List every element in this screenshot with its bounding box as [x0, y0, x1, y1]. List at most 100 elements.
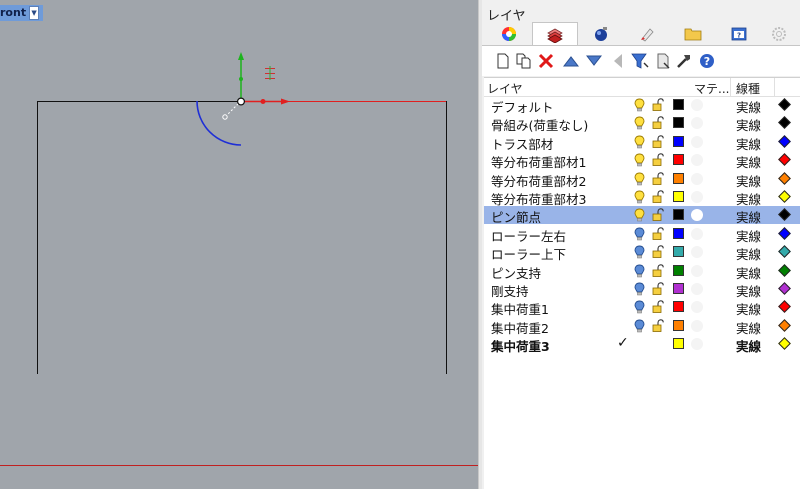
layer-color-swatch[interactable] — [673, 135, 684, 147]
material-dot-icon[interactable] — [691, 135, 703, 148]
current-layer-check-icon[interactable]: ✓ — [617, 335, 629, 351]
column-header-layer[interactable]: レイヤ — [487, 80, 523, 97]
lightbulb-icon[interactable] — [634, 300, 645, 317]
material-dot-icon[interactable] — [691, 264, 703, 277]
layer-linetype[interactable]: 実線 — [736, 152, 761, 171]
layer-row[interactable]: トラス部材 実線 — [484, 133, 800, 153]
layer-linetype[interactable]: 実線 — [736, 263, 761, 282]
help-window-icon[interactable]: ? — [716, 22, 762, 46]
material-dot-icon[interactable] — [691, 117, 703, 130]
layer-name[interactable]: 等分布荷重部材1 — [491, 152, 586, 171]
print-color-diamond-icon[interactable] — [778, 245, 791, 259]
layer-row[interactable]: ローラー上下 実線 — [484, 243, 800, 263]
move-left-icon[interactable] — [609, 52, 627, 70]
lightbulb-icon[interactable] — [634, 98, 645, 115]
layer-linetype[interactable]: 実線 — [736, 115, 761, 134]
print-color-diamond-icon[interactable] — [778, 300, 791, 314]
layer-name[interactable]: ピン節点 — [491, 207, 541, 226]
layer-linetype[interactable]: 実線 — [736, 336, 761, 355]
render-sphere-icon[interactable] — [578, 22, 624, 46]
layer-name[interactable]: 等分布荷重部材3 — [491, 189, 586, 208]
settings-gear-icon[interactable] — [762, 22, 796, 46]
new-sublayer-icon[interactable] — [515, 52, 533, 70]
layer-color-swatch[interactable] — [673, 154, 684, 166]
material-dot-icon[interactable] — [691, 319, 703, 332]
material-dot-icon[interactable] — [691, 154, 703, 167]
layer-row[interactable]: 骨組み(荷重なし) 実線 — [484, 114, 800, 134]
column-separator[interactable] — [774, 78, 775, 96]
layer-linetype[interactable]: 実線 — [736, 226, 761, 245]
front-viewport[interactable]: ront ▼ — [0, 0, 478, 489]
unlock-icon[interactable] — [652, 208, 664, 224]
column-header-material[interactable]: マテ... — [694, 80, 729, 97]
layer-linetype[interactable]: 実線 — [736, 299, 761, 318]
layer-color-swatch[interactable] — [673, 264, 684, 276]
unlock-icon[interactable] — [652, 135, 664, 151]
material-dot-icon[interactable] — [691, 172, 703, 185]
move-up-icon[interactable] — [562, 52, 580, 70]
layer-name[interactable]: ピン支持 — [491, 263, 541, 282]
new-layer-icon[interactable] — [494, 52, 512, 70]
layer-color-swatch[interactable] — [673, 283, 684, 294]
print-color-diamond-icon[interactable] — [778, 116, 791, 130]
lightbulb-icon[interactable] — [634, 153, 645, 170]
unlock-icon[interactable] — [652, 171, 664, 188]
unlock-icon[interactable] — [652, 319, 664, 335]
layer-color-swatch[interactable] — [673, 117, 684, 129]
layer-linetype[interactable]: 実線 — [736, 318, 761, 337]
lightbulb-icon[interactable] — [634, 116, 645, 133]
lightbulb-icon[interactable] — [634, 245, 645, 262]
layer-name[interactable]: 等分布荷重部材2 — [491, 171, 586, 190]
layer-linetype[interactable]: 実線 — [736, 171, 761, 190]
unlock-icon[interactable] — [652, 116, 664, 132]
viewport-title-tab[interactable]: ront ▼ — [0, 5, 44, 21]
color-wheel-icon[interactable] — [486, 22, 532, 46]
unlock-icon[interactable] — [652, 263, 664, 280]
lightbulb-icon[interactable] — [634, 282, 645, 299]
material-dot-icon[interactable] — [691, 191, 703, 203]
unlock-icon[interactable] — [652, 153, 664, 169]
material-dot-icon[interactable] — [691, 209, 703, 222]
column-header-linetype[interactable]: 線種 — [736, 80, 760, 97]
unlock-icon[interactable] — [652, 282, 664, 298]
layer-linetype[interactable]: 実線 — [736, 207, 761, 226]
layer-name[interactable]: ローラー上下 — [491, 244, 566, 263]
layer-color-swatch[interactable] — [673, 246, 684, 258]
print-color-diamond-icon[interactable] — [778, 337, 791, 351]
layer-row[interactable]: 等分布荷重部材2 実線 — [484, 170, 800, 190]
filter-icon[interactable] — [631, 52, 649, 70]
layer-name[interactable]: トラス部材 — [491, 134, 553, 153]
print-color-diamond-icon[interactable] — [778, 153, 791, 167]
unlock-icon[interactable] — [652, 227, 664, 243]
viewport-menu-dropdown-icon[interactable]: ▼ — [29, 6, 40, 20]
layers-icon[interactable] — [532, 22, 578, 46]
layer-linetype[interactable]: 実線 — [736, 244, 761, 263]
lightbulb-icon[interactable] — [634, 172, 645, 189]
lightbulb-icon[interactable] — [634, 319, 645, 336]
layer-row[interactable]: 集中荷重3 ✓ 実線 — [484, 335, 800, 355]
lightbulb-icon[interactable] — [634, 227, 645, 244]
lightbulb-icon[interactable] — [634, 208, 645, 225]
paint-tube-icon[interactable] — [624, 22, 670, 46]
material-dot-icon[interactable] — [691, 227, 703, 240]
lightbulb-icon[interactable] — [634, 190, 645, 207]
layer-row[interactable]: 剛支持 実線 — [484, 280, 800, 300]
layer-row[interactable]: ピン節点 実線 — [484, 206, 800, 226]
layer-color-swatch[interactable] — [673, 319, 684, 331]
material-dot-icon[interactable] — [691, 338, 703, 351]
layer-linetype[interactable]: 実線 — [736, 97, 761, 116]
print-color-diamond-icon[interactable] — [778, 98, 791, 111]
layer-name[interactable]: ローラー左右 — [491, 226, 566, 245]
print-color-diamond-icon[interactable] — [778, 263, 791, 277]
layer-linetype[interactable]: 実線 — [736, 281, 761, 300]
layer-name[interactable]: 骨組み(荷重なし) — [491, 115, 588, 134]
layer-row[interactable]: ローラー左右 実線 — [484, 225, 800, 245]
layer-color-swatch[interactable] — [673, 172, 684, 184]
layer-color-swatch[interactable] — [673, 338, 684, 350]
lightbulb-icon[interactable] — [634, 135, 645, 152]
print-color-diamond-icon[interactable] — [778, 171, 791, 185]
unlock-icon[interactable] — [652, 98, 664, 114]
material-dot-icon[interactable] — [691, 246, 703, 259]
print-color-diamond-icon[interactable] — [778, 208, 791, 222]
material-dot-icon[interactable] — [691, 301, 703, 314]
